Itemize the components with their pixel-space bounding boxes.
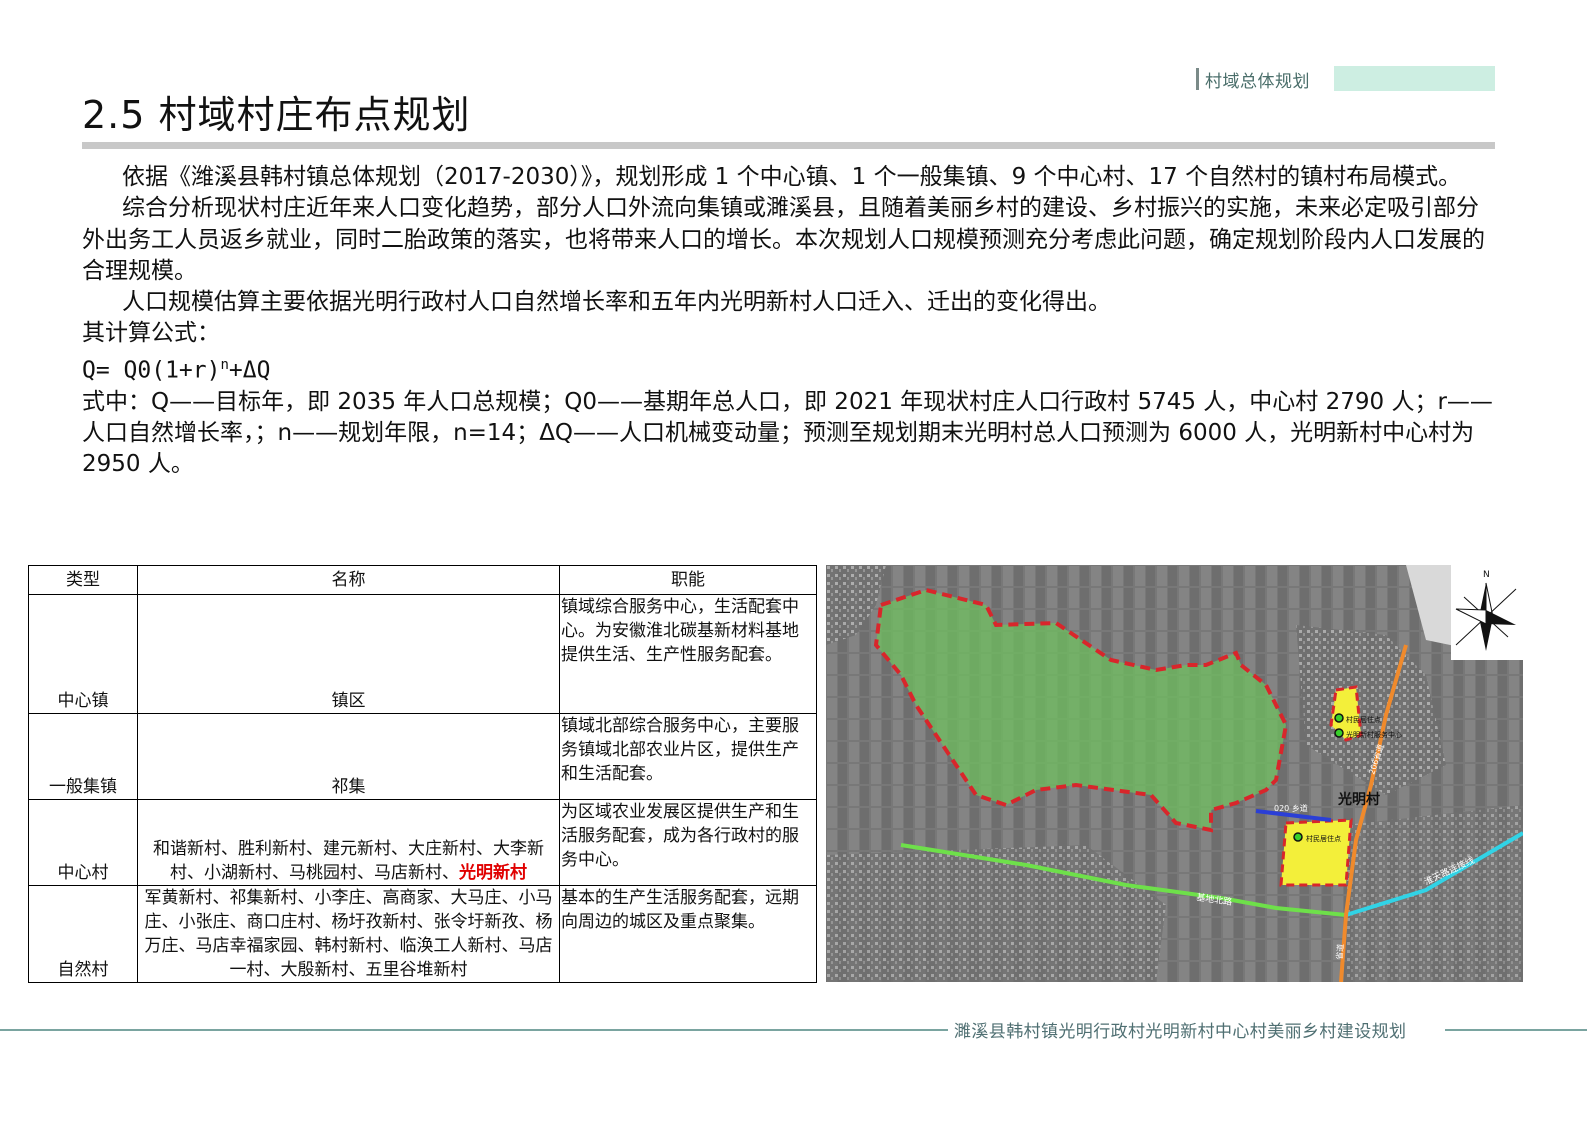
formula-label: 其计算公式： — [82, 320, 220, 347]
cell-type: 一般集镇 — [28, 713, 138, 800]
footer-text: 濉溪县韩村镇光明行政村光明新村中心村美丽乡村建设规划 — [954, 1022, 1407, 1042]
paragraph-1: 依据《潍溪县韩村镇总体规划（2017-2030）》，规划形成 1 个中心镇、1 … — [122, 164, 1462, 190]
compass-icon: N — [1451, 565, 1523, 660]
table-header-row: 类型 名称 职能 — [28, 565, 817, 595]
formula-exponent: n — [220, 356, 229, 373]
header-name: 名称 — [137, 565, 560, 595]
marker-north-label: 村民居住点 — [1346, 715, 1381, 724]
cell-type: 中心村 — [28, 799, 138, 886]
marker-service-label: 光明新村服务中心 — [1346, 730, 1402, 739]
village-layout-table: 类型 名称 职能 中心镇 镇区 镇域综合服务中心，生活配套中心。为安徽淮北碳基新… — [28, 565, 817, 983]
section-tag-fill — [1334, 66, 1495, 91]
settlement-south — [1279, 818, 1353, 887]
header-function: 职能 — [559, 565, 817, 595]
village-layout-map: 村民居住点 光明新村服务中心 村民居住点 光明村 020 乡道 基地北路 淮天路… — [826, 565, 1523, 982]
page-title: 2.5 村域村庄布点规划 — [82, 93, 471, 137]
road-provincial-label: 省道 — [1334, 943, 1345, 960]
highlight-village: 光明新村 — [459, 863, 527, 883]
paragraph-2: 综合分析现状村庄近年来人口变化趋势，部分人口外流向集镇或濉溪县，且随着美丽乡村的… — [82, 195, 1485, 284]
table-row: 中心镇 镇区 镇域综合服务中心，生活配套中心。为安徽淮北碳基新材料基地提供生活、… — [28, 594, 817, 714]
table-row: 中心村 和谐新村、胜利新村、建元新村、大庄新村、大李新村、小湖新村、马桃园村、马… — [28, 799, 817, 886]
section-tag-bar — [1196, 68, 1199, 90]
section-tag: 村域总体规划 — [1196, 66, 1495, 92]
body-text: 依据《潍溪县韩村镇总体规划（2017-2030）》，规划形成 1 个中心镇、1 … — [82, 162, 1495, 481]
footer-line-left — [0, 1029, 948, 1031]
cell-type: 自然村 — [28, 885, 138, 983]
paragraph-3: 人口规模估算主要依据光明行政村人口自然增长率和五年内光明新村人口迁入、迁出的变化… — [122, 289, 1111, 316]
village-name-label: 光明村 — [1337, 791, 1380, 808]
formula-tail: +ΔQ — [228, 357, 271, 384]
road-020-label: 020 乡道 — [1274, 803, 1308, 813]
footer-line-right — [1445, 1029, 1587, 1031]
header-type: 类型 — [28, 565, 138, 595]
cell-type: 中心镇 — [28, 594, 138, 714]
table-row: 自然村 军黄新村、祁集新村、小李庄、高商家、大马庄、小马庄、小张庄、商口庄村、杨… — [28, 885, 817, 983]
title-divider — [82, 142, 1495, 149]
marker-south — [1293, 832, 1303, 842]
cell-name: 军黄新村、祁集新村、小李庄、高商家、大马庄、小马庄、小张庄、商口庄村、杨圩孜新村… — [137, 885, 560, 983]
cell-name: 和谐新村、胜利新村、建元新村、大庄新村、大李新村、小湖新村、马桃园村、马店新村、… — [137, 799, 560, 886]
formula: Q= Q0(1+r)n+ΔQ — [82, 350, 1495, 387]
marker-north — [1334, 713, 1344, 723]
cell-name: 镇区 — [137, 594, 560, 714]
marker-service-center — [1334, 728, 1344, 738]
cell-function: 镇域综合服务中心，生活配套中心。为安徽淮北碳基新材料基地提供生活、生产性服务配套… — [559, 594, 817, 714]
table-row: 一般集镇 祁集 镇域北部综合服务中心，主要服务镇域北部农业片区，提供生产和生活配… — [28, 713, 817, 800]
cell-function: 基本的生产生活服务配套，远期向周边的城区及重点聚集。 — [559, 885, 817, 983]
cell-function: 镇域北部综合服务中心，主要服务镇域北部农业片区，提供生产和生活配套。 — [559, 713, 817, 800]
marker-south-label: 村民居住点 — [1306, 834, 1341, 843]
cell-function: 为区域农业发展区提供生产和生活服务配套，成为各行政村的服务中心。 — [559, 799, 817, 886]
formula-main: Q= Q0(1+r) — [82, 357, 221, 384]
compass-label: N — [1483, 570, 1490, 580]
section-tag-label: 村域总体规划 — [1205, 72, 1310, 92]
map-town-southeast — [1346, 805, 1523, 982]
formula-explanation: 式中：Q——目标年，即 2035 年人口总规模；Q0——基期年总人口，即 202… — [82, 388, 1493, 478]
cell-name: 祁集 — [137, 713, 560, 800]
